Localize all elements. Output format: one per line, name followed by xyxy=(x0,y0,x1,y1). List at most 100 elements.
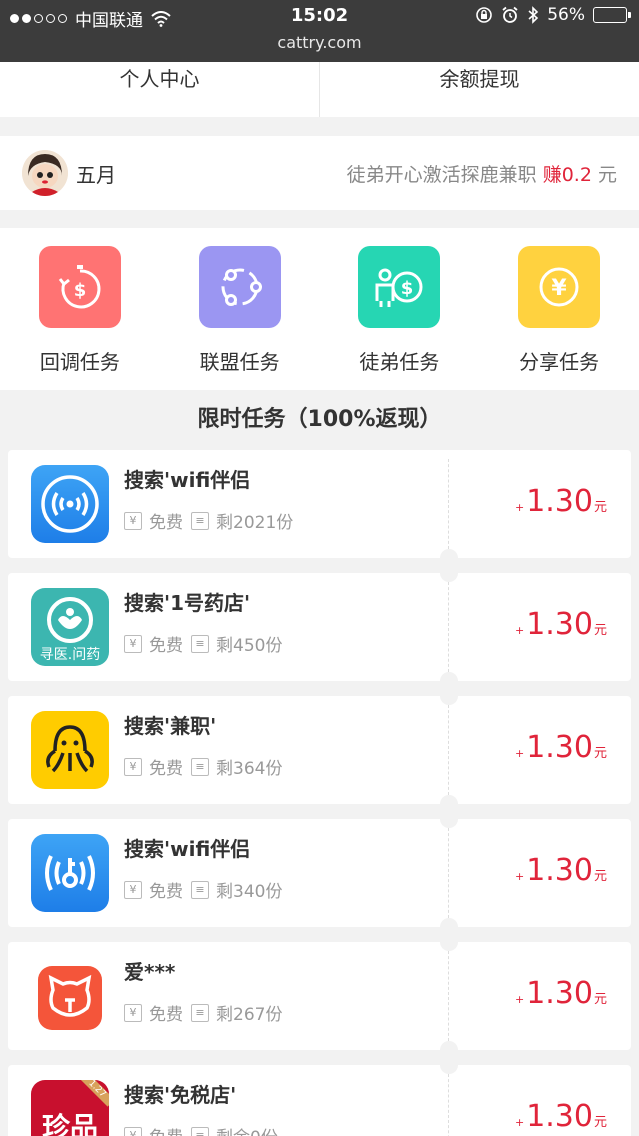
remaining-count: 剩450份 xyxy=(216,636,283,656)
price-value: 1.30 xyxy=(526,484,593,519)
alarm-icon xyxy=(502,6,518,23)
reward-price: +1.30 元 xyxy=(515,976,607,1011)
task-card[interactable]: 搜索'兼职' ¥ 免费 ≡ 剩364份 +1.30 元 xyxy=(8,687,631,813)
avatar[interactable] xyxy=(22,150,68,196)
price-type: 免费 xyxy=(149,513,183,533)
category-apprentice-task[interactable]: $ 徒弟任务 xyxy=(320,228,480,390)
yen-tag-icon: ¥ xyxy=(124,757,142,776)
remaining-count: 剩余0份 xyxy=(216,1123,278,1136)
price-unit: 元 xyxy=(593,1115,607,1130)
icon-badge: 1.27 xyxy=(79,1080,109,1107)
category-share-task[interactable]: ¥ 分享任务 xyxy=(479,228,639,390)
price-value: 1.30 xyxy=(526,853,593,888)
earn-amount: 赚0.2 xyxy=(542,163,592,186)
treasure-shop-icon: 珍品 1.27 xyxy=(31,1080,109,1136)
pharmacy-icon: 寻医.问药 xyxy=(31,588,109,666)
remaining-count: 剩340份 xyxy=(216,882,283,902)
octopus-icon xyxy=(31,711,109,789)
task-card[interactable]: 爱*** ¥ 免费 ≡ 剩267份 +1.30 元 xyxy=(8,933,631,1059)
yen-coin-icon: ¥ xyxy=(518,246,601,328)
reward-price: +1.30 元 xyxy=(515,484,607,519)
task-name: 搜索'兼职' xyxy=(124,714,217,738)
stock-icon: ≡ xyxy=(191,757,209,776)
price-value: 1.30 xyxy=(526,607,593,642)
task-name: 爱*** xyxy=(124,960,176,984)
reward-price: +1.30 元 xyxy=(515,607,607,642)
status-icons: 56% xyxy=(475,5,631,25)
price-type: 免费 xyxy=(149,636,183,656)
price-type: 免费 xyxy=(149,1005,183,1025)
price-type: 免费 xyxy=(149,1123,183,1136)
task-meta: ¥ 免费 ≡ 剩267份 xyxy=(124,1000,282,1025)
task-meta: ¥ 免费 ≡ 剩364份 xyxy=(124,754,282,779)
remaining-count: 剩364份 xyxy=(216,759,283,779)
price-type: 免费 xyxy=(149,759,183,779)
task-category-grid: $ 回调任务 联盟任务 $ 徒弟任务 ¥ 分享任务 xyxy=(0,228,639,390)
stock-icon: ≡ xyxy=(191,880,209,899)
task-meta: ¥ 免费 ≡ 剩余0份 xyxy=(124,1123,278,1136)
reward-price: +1.30 元 xyxy=(515,1099,607,1134)
notice-message: 徒弟开心激活探鹿兼职 赚0.2 元 xyxy=(347,160,617,187)
tab-personal-center[interactable]: 个人中心 xyxy=(0,62,319,117)
task-meta: ¥ 免费 ≡ 剩450份 xyxy=(124,631,282,656)
price-value: 1.30 xyxy=(526,1099,593,1134)
category-label: 联盟任务 xyxy=(199,350,280,374)
category-callback-task[interactable]: $ 回调任务 xyxy=(0,228,160,390)
wifi-key-icon xyxy=(31,834,109,912)
yen-tag-icon: ¥ xyxy=(124,880,142,899)
remaining-count: 剩2021份 xyxy=(216,513,294,533)
stock-icon: ≡ xyxy=(191,634,209,653)
price-unit: 元 xyxy=(593,992,607,1007)
page-url[interactable]: cattry.com xyxy=(0,33,639,52)
category-label: 分享任务 xyxy=(519,350,600,374)
person-dollar-icon: $ xyxy=(358,246,441,328)
section-title: 限时任务（100%返现） xyxy=(197,407,442,432)
price-plus: + xyxy=(514,993,525,1006)
top-tab-bar: 个人中心 余额提现 xyxy=(0,62,639,117)
battery-icon xyxy=(593,7,631,23)
notice-text: 徒弟开心激活探鹿兼职 xyxy=(346,163,537,186)
category-label: 回调任务 xyxy=(39,350,120,374)
svg-text:¥: ¥ xyxy=(551,276,567,301)
yen-tag-icon: ¥ xyxy=(124,1003,142,1022)
yen-tag-icon: ¥ xyxy=(124,1126,142,1136)
task-card[interactable]: 搜索'wifi伴侣 ¥ 免费 ≡ 剩2021份 +1.30 元 xyxy=(8,450,631,567)
price-plus: + xyxy=(514,747,525,760)
task-card[interactable]: 搜索'wifi伴侣 ¥ 免费 ≡ 剩340份 +1.30 元 xyxy=(8,810,631,936)
price-value: 1.30 xyxy=(526,730,593,765)
price-plus: + xyxy=(514,624,525,637)
price-unit: 元 xyxy=(593,869,607,884)
reward-price: +1.30 元 xyxy=(515,730,607,765)
bluetooth-icon xyxy=(528,6,539,24)
task-name: 搜索'免税店' xyxy=(124,1083,237,1107)
category-alliance-task[interactable]: 联盟任务 xyxy=(160,228,320,390)
rotation-lock-icon xyxy=(476,7,493,23)
activity-notice: 五月 徒弟开心激活探鹿兼职 赚0.2 元 xyxy=(0,136,639,210)
tab-balance-withdraw[interactable]: 余额提现 xyxy=(319,62,639,117)
yen-tag-icon: ¥ xyxy=(124,634,142,653)
stock-icon: ≡ xyxy=(191,1126,209,1136)
icon-caption: 珍品 xyxy=(41,1111,98,1136)
price-value: 1.30 xyxy=(526,976,593,1011)
task-card[interactable]: 寻医.问药 搜索'1号药店' ¥ 免费 ≡ 剩450份 +1.30 元 xyxy=(8,564,631,690)
svg-text:$: $ xyxy=(401,278,414,299)
remaining-count: 剩267份 xyxy=(216,1005,283,1025)
stock-icon: ≡ xyxy=(191,511,209,530)
network-circle-icon xyxy=(198,246,281,328)
price-plus: + xyxy=(514,870,525,883)
task-meta: ¥ 免费 ≡ 剩340份 xyxy=(124,877,282,902)
svg-text:$: $ xyxy=(74,280,87,301)
price-plus: + xyxy=(514,1116,525,1129)
stock-icon: ≡ xyxy=(191,1003,209,1022)
task-name: 搜索'wifi伴侣 xyxy=(124,837,251,861)
cat-face-icon xyxy=(31,957,109,1035)
task-card[interactable]: 珍品 1.27 搜索'免税店' ¥ 免费 ≡ 剩余0份 +1.30元 xyxy=(8,1056,631,1136)
status-bar: 中国联通 15:02 cattry.com 56% xyxy=(0,0,639,62)
task-name: 搜索'wifi伴侣 xyxy=(124,468,251,492)
price-type: 免费 xyxy=(149,882,183,902)
icon-caption: 寻医.问药 xyxy=(39,647,101,663)
username: 五月 xyxy=(76,162,116,187)
task-meta: ¥ 免费 ≡ 剩2021份 xyxy=(124,508,293,533)
price-unit: 元 xyxy=(593,500,607,515)
task-name: 搜索'1号药店' xyxy=(124,591,251,615)
